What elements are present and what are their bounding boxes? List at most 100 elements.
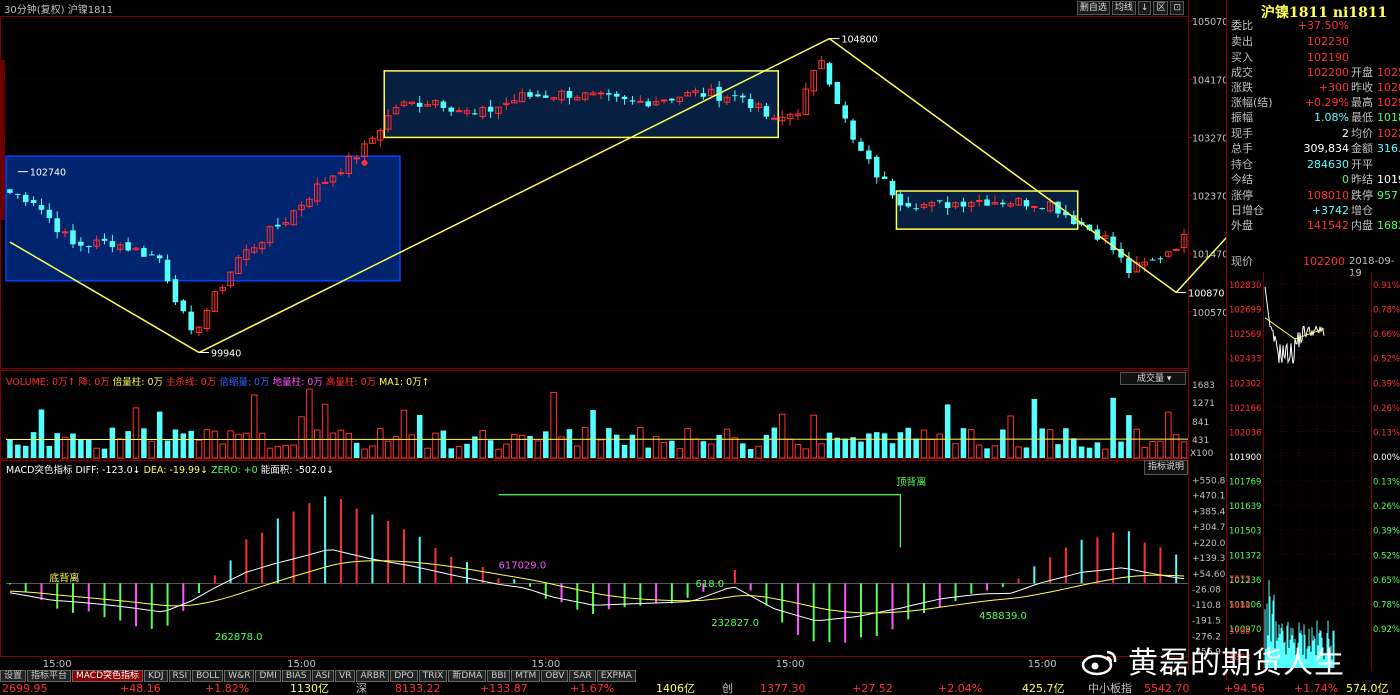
quote-v1: 108010 [1307, 189, 1349, 202]
indicator-tab[interactable]: SAR [569, 670, 596, 682]
ticker-item: +94.56 [1224, 682, 1265, 695]
ma-button[interactable]: 均线 [1111, 1, 1136, 15]
indicator-tab[interactable]: BOLL [192, 670, 224, 682]
candle-body [535, 94, 541, 97]
range-button[interactable]: 区 [1153, 1, 1169, 15]
quote-v1: +300 [1318, 81, 1349, 94]
now-price-label: 现价 [1231, 255, 1253, 268]
indicator-tab[interactable]: 新DMA [448, 670, 487, 682]
volume-bar [692, 438, 699, 459]
candle-body [101, 238, 108, 241]
quote-v2: 1020 [1377, 81, 1400, 94]
indicator-tab[interactable]: EXPMA [596, 670, 636, 682]
candle-body [842, 105, 848, 119]
price-tick-label: 103270 [1192, 133, 1226, 144]
candle-body [566, 91, 573, 98]
candle-body [740, 95, 746, 98]
indicator-tab[interactable]: W&R [224, 670, 255, 682]
volume-bar [148, 440, 156, 459]
favorite-button[interactable]: 删自选 [1076, 1, 1110, 15]
volume-tick-label: 1683 [1192, 381, 1215, 391]
candle-body [1031, 205, 1038, 208]
ticker-item: 中小板指 [1088, 682, 1132, 695]
volume-bar [30, 432, 37, 458]
candle-body [858, 141, 864, 151]
volume-bar [1007, 415, 1014, 459]
macd-tick-label: -110.8 [1192, 601, 1221, 611]
time-tick-label: 15:00 [287, 659, 316, 670]
volume-bar [574, 445, 581, 459]
indicator-tab[interactable]: 指标平台 [27, 670, 72, 682]
ticker-item: 2699.95 [2, 682, 48, 695]
intraday-left-tick: 101639 [1229, 502, 1261, 512]
quote-v2: 1029 [1377, 96, 1400, 109]
candle-body [763, 106, 770, 117]
indicator-tab[interactable]: TRIX [418, 670, 448, 682]
volume-bar [1015, 446, 1022, 459]
indicator-tab[interactable]: MACD突色指标 [72, 670, 144, 682]
volume-bar [1133, 428, 1141, 459]
time-tick-label: 15:00 [531, 659, 560, 670]
volume-bar [180, 433, 187, 458]
ticker-item: 1406亿 [656, 682, 695, 695]
window-button[interactable]: ⊡ [1170, 1, 1184, 15]
volume-bar [195, 439, 203, 459]
indicator-tab[interactable]: VR [335, 670, 356, 682]
quote-v1: 309,834 [1303, 142, 1350, 155]
volume-bar [1180, 441, 1188, 459]
ticker-item: 深 [356, 682, 367, 695]
candle-body [613, 93, 620, 97]
candle-body [937, 200, 943, 202]
indicator-tab[interactable]: OBV [541, 670, 569, 682]
quote-v1: 102200 [1307, 66, 1349, 79]
intraday-right-tick: 0.92% [1373, 625, 1400, 635]
indicator-help-button[interactable]: 指标说明 [1144, 460, 1188, 475]
volume-bar [913, 438, 919, 458]
candle-body [321, 181, 329, 184]
quote-row: 卖出 102230 [1227, 36, 1400, 48]
indicator-tab[interactable]: BBI [487, 670, 511, 682]
volume-bar [227, 430, 234, 459]
quote-v2: 1022 [1377, 127, 1400, 140]
legend-item: ZERO: +0 [211, 465, 258, 476]
indicator-tab[interactable]: RSI [168, 670, 192, 682]
price-tick-label: 101470 [1192, 250, 1226, 261]
candle-body [660, 99, 668, 102]
quote-l1: 现手 [1231, 127, 1253, 140]
volume-bar [235, 433, 242, 459]
volume-bar [842, 438, 848, 458]
indicator-tab[interactable]: DMI [255, 670, 281, 682]
quote-l1: 卖出 [1231, 35, 1253, 48]
index-ticker: 2699.95 +48.16 +1.82% 1130亿 深 8133.22 +133.87 +… [0, 682, 1400, 695]
indicator-tab[interactable]: KDJ [144, 670, 168, 682]
indicator-tab[interactable]: ARBR [356, 670, 390, 682]
volume-bar [991, 445, 999, 459]
volume-bar [1157, 440, 1164, 459]
volume-bar [479, 429, 486, 459]
candle-body [1149, 259, 1156, 261]
volume-bar [1102, 448, 1109, 459]
volume-bar [164, 440, 171, 458]
ticker-item: 8133.22 [395, 682, 441, 695]
volume-bar [1110, 397, 1116, 458]
candle-body [637, 100, 644, 103]
ticker-item: 创 [722, 682, 733, 695]
candle-body [1172, 248, 1180, 251]
down-button[interactable]: ↓ [1137, 1, 1152, 15]
legend-item: 倍缩量: 0万 [219, 377, 270, 388]
indicator-tab[interactable]: DPO [390, 670, 418, 682]
indicator-tab[interactable]: ASI [311, 670, 335, 682]
volume-select[interactable]: 成交量 ▾ [1120, 372, 1186, 385]
volume-bar [487, 440, 494, 458]
quote-v1: 102230 [1307, 35, 1349, 48]
indicator-tab[interactable]: BIAS [281, 670, 311, 682]
volume-bar [1086, 447, 1093, 458]
intraday-left-tick: 101769 [1229, 478, 1261, 488]
candle-body [669, 98, 675, 101]
volume-bar [952, 443, 959, 459]
volume-bar [1023, 447, 1030, 458]
ticker-item: 1130亿 [290, 682, 329, 695]
indicator-tab[interactable]: MTM [511, 670, 541, 682]
candle-body [543, 95, 549, 98]
indicator-tab[interactable]: 设置 [0, 670, 27, 682]
